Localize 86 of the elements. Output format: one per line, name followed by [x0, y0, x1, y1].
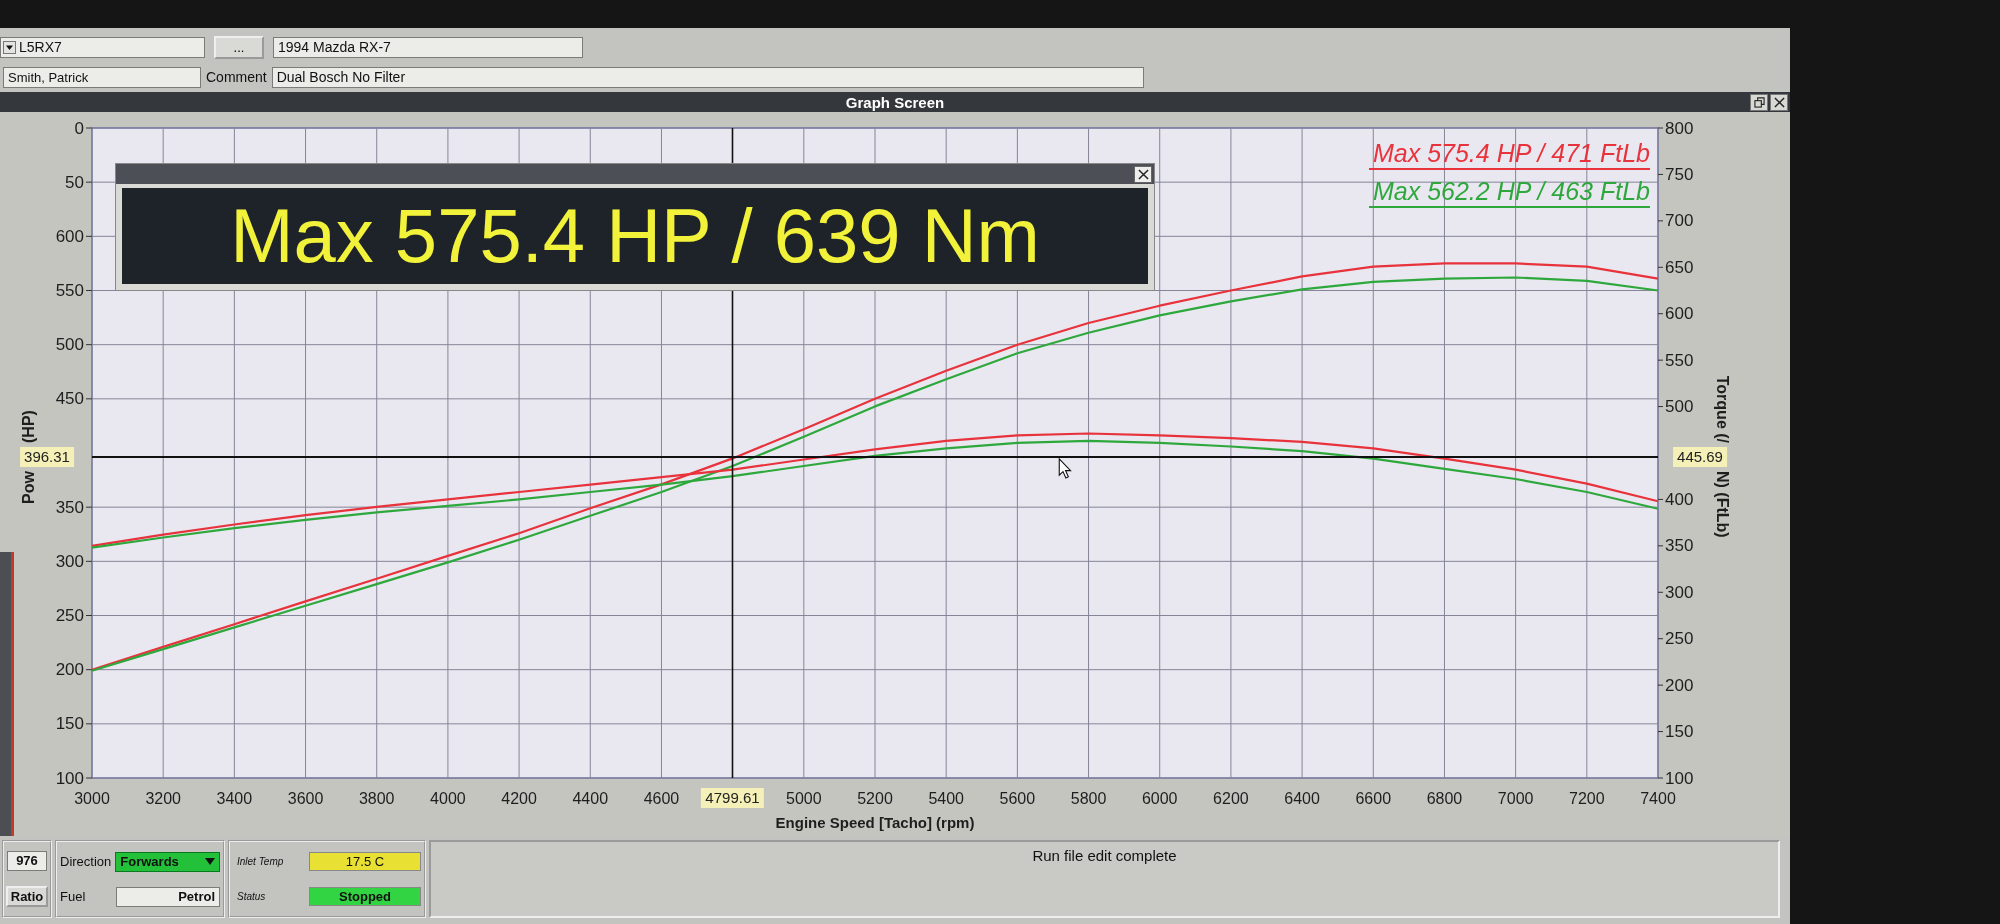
close-icon — [1137, 168, 1149, 180]
mouse-pointer-icon — [1058, 458, 1072, 479]
x-axis-tick-label: 6800 — [1426, 789, 1463, 807]
restore-button[interactable] — [1750, 93, 1768, 111]
right-axis-tick-label: 550 — [1665, 350, 1694, 370]
direction-dropdown[interactable]: Forwards — [115, 851, 220, 872]
y-axis-tick-label: 600 — [55, 226, 84, 246]
right-axis-title: N) (FtLb) — [1713, 471, 1731, 538]
number-field[interactable]: 976 — [7, 851, 47, 872]
close-button[interactable] — [1134, 165, 1152, 183]
inlet-temp-label: Inlet Temp — [236, 856, 284, 867]
fuel-field[interactable]: Petrol — [116, 886, 220, 907]
x-axis-tick-label: 7400 — [1640, 789, 1676, 807]
y-axis-tick-label: 150 — [55, 714, 84, 734]
right-axis-tick-label: 500 — [1665, 397, 1694, 417]
name-field[interactable]: Smith, Patrick — [3, 66, 201, 88]
x-axis-tick-label: 5400 — [928, 789, 964, 807]
cursor-readout: 445.69 — [1673, 447, 1727, 467]
status-field: Stopped — [309, 887, 421, 906]
x-axis-tick-label: 5000 — [786, 789, 822, 807]
y-axis-tick-label: 300 — [55, 551, 84, 571]
right-axis-tick-label: 650 — [1665, 257, 1694, 277]
right-axis-tick-label: 750 — [1665, 164, 1694, 184]
right-axis-tick-label: 150 — [1665, 722, 1694, 742]
comment-label: Comment — [205, 69, 268, 85]
x-axis-tick-label: 4000 — [430, 789, 466, 807]
vehicle-field[interactable]: 1994 Mazda RX-7 — [273, 36, 583, 58]
y-axis-title: Pow — [19, 471, 37, 504]
x-axis-tick-label: 3800 — [358, 789, 395, 807]
y-axis-tick-label: 250 — [55, 606, 84, 625]
close-button[interactable] — [1770, 93, 1788, 111]
max-power-readout: Max 575.4 HP / 639 Nm — [230, 193, 1040, 279]
y-axis-tick-label: 0 — [74, 118, 84, 138]
x-axis-tick-label: 3200 — [145, 789, 181, 807]
y-axis-tick-label: 200 — [55, 660, 84, 680]
y-axis-tick-label: 50 — [65, 172, 84, 192]
x-axis-tick-label: 6400 — [1284, 789, 1320, 807]
right-axis-tick-label: 250 — [1665, 629, 1694, 649]
y-axis-tick-label: 100 — [55, 768, 84, 788]
legend-entry: Max 562.2 HP / 463 FtLb — [1369, 176, 1650, 208]
right-axis-tick-label: 400 — [1665, 489, 1694, 509]
y-axis-tick-label: 550 — [55, 281, 84, 300]
cursor-readout: 396.31 — [20, 447, 74, 467]
x-axis-tick-label: 4200 — [501, 789, 537, 807]
y-axis-tick-label: 450 — [55, 389, 84, 409]
x-axis-tick-label: 6200 — [1213, 789, 1249, 807]
right-axis-tick-label: 100 — [1665, 768, 1694, 788]
x-axis-tick-label: 6600 — [1355, 789, 1392, 807]
legend-entry: Max 575.4 HP / 471 FtLb — [1369, 138, 1650, 170]
restore-icon — [1753, 96, 1765, 108]
x-axis-tick-label: 7200 — [1569, 789, 1605, 807]
x-axis-tick-label: 4600 — [643, 789, 680, 807]
x-axis-tick-label: 3600 — [287, 789, 324, 807]
window-title: Graph Screen — [845, 93, 945, 111]
x-axis-tick-label: 5600 — [999, 789, 1036, 807]
right-axis-tick-label: 600 — [1665, 304, 1694, 324]
browse-button[interactable]: ... — [214, 35, 264, 59]
right-axis-tick-label: 350 — [1665, 536, 1694, 556]
right-axis-tick-label: 200 — [1665, 675, 1694, 695]
y-axis-tick-label: 350 — [55, 497, 84, 517]
fuel-label: Fuel — [60, 889, 86, 904]
ratio-box[interactable]: Ratio — [6, 885, 48, 907]
x-axis-tick-label: 5800 — [1070, 789, 1107, 807]
direction-label: Direction — [60, 854, 112, 869]
close-icon — [1773, 96, 1785, 108]
x-axis-title: Engine Speed [Tacho] (rpm) — [775, 813, 975, 831]
right-axis-title: Torque (/ — [1713, 375, 1731, 443]
x-axis-tick-label: 4400 — [572, 789, 609, 807]
inlet-temp-field: 17.5 C — [309, 852, 421, 871]
caret-icon — [3, 40, 16, 54]
x-axis-tick-label: 7000 — [1497, 789, 1534, 807]
vehicle-dropdown[interactable]: L5RX7 — [0, 36, 205, 58]
x-axis-tick-label: 3000 — [74, 789, 110, 807]
comment-field[interactable]: Dual Bosch No Filter — [271, 66, 1144, 88]
caret-icon — [205, 857, 215, 866]
y-axis-title: (HP) — [19, 410, 37, 443]
status-message: Run file edit complete — [1032, 847, 1177, 864]
right-axis-tick-label: 700 — [1665, 211, 1694, 231]
y-axis-tick-label: 500 — [55, 335, 84, 355]
status-label: Status — [236, 891, 266, 902]
right-axis-tick-label: 300 — [1665, 582, 1694, 602]
right-axis-tick-label: 800 — [1665, 118, 1694, 138]
x-axis-tick-label: 5200 — [857, 789, 893, 807]
x-axis-tick-label: 6000 — [1141, 789, 1178, 807]
cursor-readout: 4799.61 — [701, 788, 764, 808]
x-axis-tick-label: 3400 — [216, 789, 253, 807]
